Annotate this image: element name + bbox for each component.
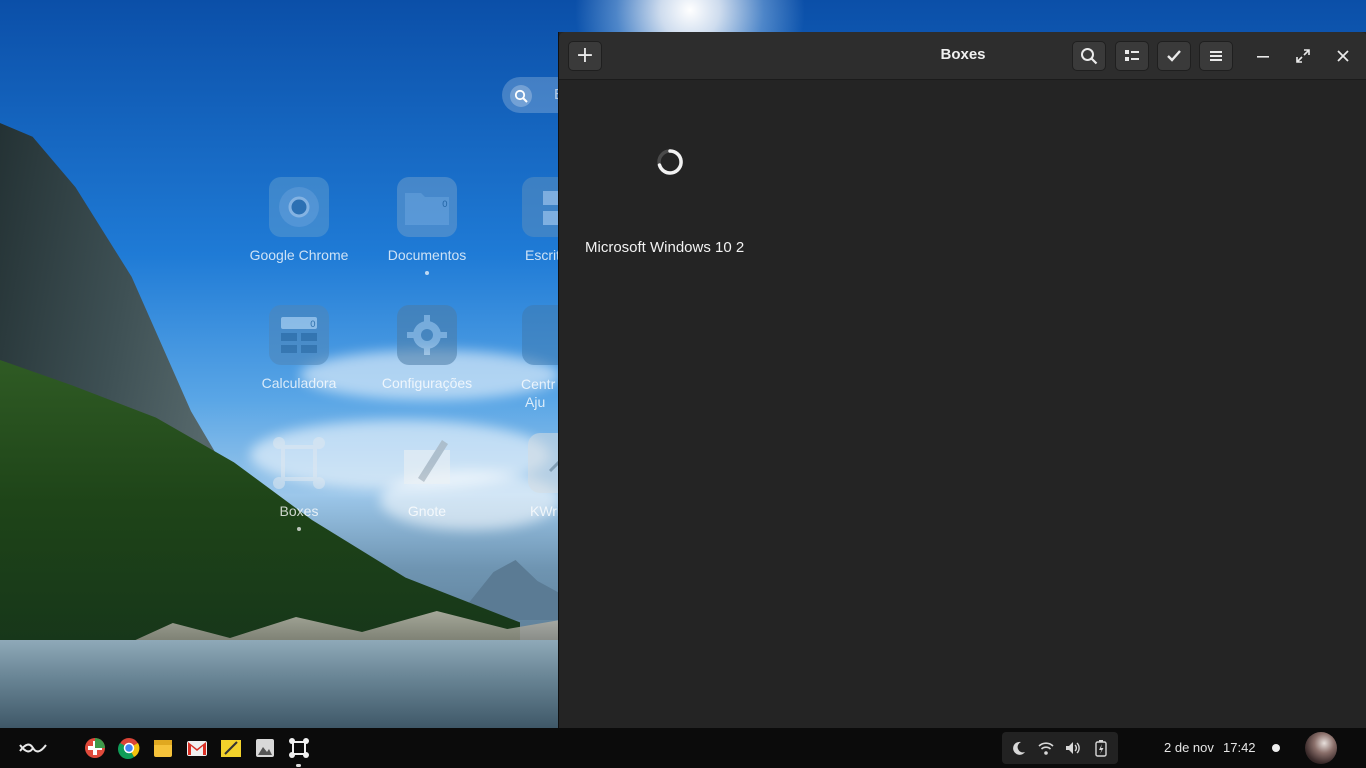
app-label: Centr Aju	[490, 375, 558, 411]
boxes-icon	[289, 738, 309, 758]
loading-spinner-icon	[657, 149, 683, 175]
boxes-icon	[269, 433, 329, 493]
help-icon: ?	[522, 305, 558, 365]
notes-icon	[221, 740, 241, 757]
plus-icon: +	[575, 43, 595, 68]
taskbar-chrome[interactable]	[117, 736, 141, 760]
svg-text:0: 0	[310, 320, 316, 330]
search-icon	[1081, 48, 1098, 65]
app-label: Configurações	[381, 375, 473, 391]
boxes-window: + Boxes Microsoft Windows 10 2	[558, 32, 1366, 728]
app-label: Google Chrome	[249, 247, 349, 263]
app-configuracoes[interactable]: Configurações	[362, 305, 492, 391]
view-list-icon	[1125, 50, 1139, 61]
night-light-icon[interactable]	[1010, 739, 1028, 757]
maximize-button[interactable]	[1290, 43, 1316, 69]
wifi-icon[interactable]	[1037, 739, 1055, 757]
taskbar-gmail[interactable]	[185, 736, 209, 760]
notification-dot-icon[interactable]	[1272, 744, 1280, 752]
app-central-de-ajuda[interactable]: ? Centr Aju	[490, 305, 558, 411]
folder-icon: 0	[397, 177, 457, 237]
text-editor-icon	[528, 433, 558, 493]
app-label: Calculadora	[261, 375, 337, 391]
hamburger-menu-icon	[1210, 51, 1222, 61]
software-center-icon	[85, 738, 105, 758]
chrome-icon	[118, 738, 140, 759]
running-indicator	[297, 527, 301, 531]
taskbar-files[interactable]	[151, 736, 175, 760]
view-toggle-button[interactable]	[1115, 41, 1149, 71]
minimize-button[interactable]	[1250, 43, 1276, 69]
date-label[interactable]: 2 de nov	[1164, 740, 1214, 755]
app-label: Escrit	[525, 247, 558, 263]
volume-icon[interactable]	[1064, 739, 1082, 757]
main-menu-button[interactable]	[1199, 41, 1233, 71]
app-documentos[interactable]: 0 Documentos	[362, 177, 492, 275]
taskbar: 2 de nov 17:42	[0, 728, 1366, 768]
app-label-line2: Aju	[525, 394, 546, 410]
activities-icon	[19, 743, 47, 753]
running-indicator	[296, 764, 301, 767]
gmail-icon	[187, 741, 207, 756]
new-box-button[interactable]: +	[568, 41, 602, 71]
app-label-line1: Centr	[521, 376, 556, 392]
taskbar-notes[interactable]	[219, 736, 243, 760]
taskbar-software-center[interactable]	[83, 736, 107, 760]
time-label[interactable]: 17:42	[1223, 740, 1256, 755]
running-indicator	[425, 271, 429, 275]
app-gnote[interactable]: Gnote	[362, 433, 492, 519]
app-google-chrome[interactable]: Google Chrome	[234, 177, 364, 263]
app-escritorio[interactable]: Escrit	[490, 177, 558, 263]
activities-button[interactable]	[18, 736, 48, 760]
app-kwrite[interactable]: KWri	[490, 433, 558, 519]
app-label: KWri	[530, 503, 558, 519]
select-check-icon	[1167, 50, 1181, 62]
selection-mode-button[interactable]	[1157, 41, 1191, 71]
svg-text:0: 0	[442, 200, 448, 210]
app-calculadora[interactable]: 0 Calculadora	[234, 305, 364, 391]
vm-name: Microsoft Windows 10 2	[585, 239, 745, 256]
close-button[interactable]	[1330, 43, 1356, 69]
user-avatar[interactable]	[1305, 732, 1337, 764]
app-label: Gnote	[407, 503, 447, 519]
calculator-icon: 0	[269, 305, 329, 365]
taskbar-image-viewer[interactable]	[253, 736, 277, 760]
taskbar-boxes[interactable]	[287, 736, 311, 760]
system-tray[interactable]	[1002, 732, 1118, 764]
chrome-icon	[269, 177, 329, 237]
maximize-icon	[1296, 49, 1310, 63]
battery-icon[interactable]	[1092, 739, 1110, 757]
files-icon	[154, 740, 172, 757]
window-title: Boxes	[940, 46, 986, 63]
gear-icon	[397, 305, 457, 365]
water	[0, 640, 560, 728]
image-viewer-icon	[256, 739, 274, 757]
app-label: Documentos	[387, 247, 467, 263]
desktop-icon	[522, 177, 558, 237]
note-icon	[397, 433, 457, 493]
headerbar: + Boxes	[559, 32, 1366, 80]
search-icon	[510, 85, 532, 107]
search-button[interactable]	[1072, 41, 1106, 71]
minimize-icon	[1257, 56, 1269, 58]
app-label: Boxes	[279, 503, 319, 519]
app-boxes[interactable]: Boxes	[234, 433, 364, 531]
close-icon	[1337, 50, 1349, 62]
